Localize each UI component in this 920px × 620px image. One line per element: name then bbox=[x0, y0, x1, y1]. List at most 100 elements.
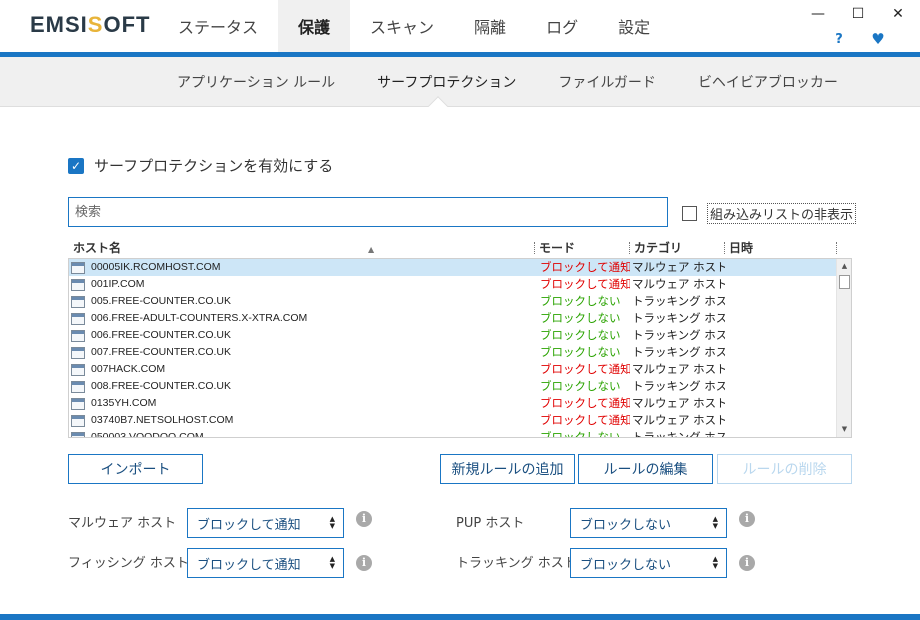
date-cell bbox=[725, 378, 837, 395]
info-icon[interactable]: i bbox=[356, 555, 372, 571]
mode-cell: ブロックしない bbox=[540, 345, 621, 359]
main-tab-3[interactable]: 隔離 bbox=[454, 0, 526, 52]
table-row[interactable]: 007HACK.COM ブロックして通知 マルウェア ホスト bbox=[69, 361, 837, 378]
mode-cell: ブロックしない bbox=[540, 311, 621, 325]
host-name: 0135YH.COM bbox=[91, 397, 157, 409]
info-icon[interactable]: i bbox=[739, 511, 755, 527]
host-name: 007.FREE-COUNTER.CO.UK bbox=[91, 346, 232, 358]
date-cell bbox=[725, 395, 837, 412]
mode-cell: ブロックしない bbox=[540, 379, 621, 393]
host-entry-icon bbox=[71, 363, 85, 376]
main-tab-5[interactable]: 設定 bbox=[598, 0, 670, 52]
column-mode[interactable]: モード bbox=[534, 238, 629, 258]
add-rule-button[interactable]: 新規ルールの追加 bbox=[440, 454, 575, 484]
date-cell bbox=[725, 310, 837, 327]
select-arrows-icon: ▲ ▼ bbox=[329, 555, 335, 570]
table-scrollbar[interactable]: ▲ ▼ bbox=[836, 259, 851, 437]
import-button[interactable]: インポート bbox=[68, 454, 203, 484]
host-cell: 00005IK.RCOMHOST.COM bbox=[69, 259, 535, 276]
host-name: 008.FREE-COUNTER.CO.UK bbox=[91, 380, 232, 392]
maximize-button[interactable]: ☐ bbox=[845, 4, 871, 24]
mode-cell: ブロックして通知 bbox=[540, 413, 630, 427]
date-cell bbox=[725, 276, 837, 293]
table-row[interactable]: 008.FREE-COUNTER.CO.UK ブロックしない トラッキング ホス bbox=[69, 378, 837, 395]
sub-tab-bar: アプリケーション ルール サーフプロテクション ファイルガード ビヘイビアブロッカー bbox=[0, 57, 920, 107]
scroll-thumb[interactable] bbox=[839, 275, 850, 289]
mode-cell: ブロックしない bbox=[540, 328, 621, 342]
main-tabs: ステータス 保護 スキャン 隔離 ログ 設定 bbox=[158, 0, 670, 52]
category-cell: マルウェア ホスト bbox=[632, 362, 725, 376]
pup-host-select[interactable]: ブロックしない ▲ ▼ bbox=[570, 508, 727, 538]
pup-host-label: PUP ホスト bbox=[456, 516, 525, 531]
info-icon[interactable]: i bbox=[356, 511, 372, 527]
scroll-up-icon[interactable]: ▲ bbox=[837, 259, 851, 274]
date-cell bbox=[725, 361, 837, 378]
main-tab-4[interactable]: ログ bbox=[526, 0, 598, 52]
category-cell: マルウェア ホスト bbox=[632, 260, 725, 274]
host-entry-icon bbox=[71, 346, 85, 359]
close-button[interactable]: ✕ bbox=[885, 4, 911, 24]
main-tab-0[interactable]: ステータス bbox=[158, 0, 278, 52]
malware-host-select[interactable]: ブロックして通知 ▲ ▼ bbox=[187, 508, 344, 538]
category-cell: トラッキング ホス bbox=[632, 379, 725, 393]
tracking-host-value: ブロックしない bbox=[580, 557, 672, 573]
sub-tab-0[interactable]: アプリケーション ルール bbox=[156, 57, 356, 107]
edit-rule-button[interactable]: ルールの編集 bbox=[578, 454, 713, 484]
host-name: 00005IK.RCOMHOST.COM bbox=[91, 261, 221, 273]
tracking-host-label: トラッキング ホスト bbox=[456, 556, 577, 571]
sub-tab-2[interactable]: ファイルガード bbox=[537, 57, 677, 107]
host-rules-table: 00005IK.RCOMHOST.COM ブロックして通知 マルウェア ホスト 001… bbox=[68, 258, 852, 438]
table-row[interactable]: 0135YH.COM ブロックして通知 マルウェア ホスト bbox=[69, 395, 837, 412]
sub-tab-3[interactable]: ビヘイビアブロッカー bbox=[677, 57, 859, 107]
minimize-button[interactable]: — bbox=[805, 4, 831, 24]
host-cell: 050003.VOODOO.COM bbox=[69, 429, 535, 438]
host-name: 050003.VOODOO.COM bbox=[91, 431, 204, 438]
table-row[interactable]: 006.FREE-ADULT-COUNTERS.X-XTRA.COM ブロックしな… bbox=[69, 310, 837, 327]
column-date[interactable]: 日時 bbox=[724, 238, 836, 258]
category-cell: マルウェア ホスト bbox=[632, 413, 725, 427]
enable-checkbox[interactable]: ✓ bbox=[68, 157, 84, 174]
mode-cell: ブロックして通知 bbox=[540, 260, 630, 274]
heart-icon[interactable]: ♥ bbox=[868, 30, 888, 48]
date-cell bbox=[725, 293, 837, 310]
table-row[interactable]: 00005IK.RCOMHOST.COM ブロックして通知 マルウェア ホスト bbox=[69, 259, 837, 276]
enable-surf-protection[interactable]: ✓ サーフプロテクションを有効にする bbox=[68, 155, 333, 176]
column-end bbox=[836, 238, 852, 258]
sub-tabs: アプリケーション ルール サーフプロテクション ファイルガード ビヘイビアブロッカー bbox=[156, 57, 859, 107]
table-row[interactable]: 050003.VOODOO.COM ブロックしない トラッキング ホス bbox=[69, 429, 837, 438]
mode-cell: ブロックして通知 bbox=[540, 362, 630, 376]
category-cell: マルウェア ホスト bbox=[632, 396, 725, 410]
host-entry-icon bbox=[71, 312, 85, 325]
search-input[interactable] bbox=[68, 197, 668, 227]
sort-ascending-icon: ▲ bbox=[368, 245, 375, 254]
scroll-down-icon[interactable]: ▼ bbox=[837, 422, 851, 437]
date-cell bbox=[725, 344, 837, 361]
question-icon[interactable]: ? bbox=[829, 30, 849, 48]
hide-builtin-checkbox[interactable] bbox=[682, 206, 697, 221]
host-cell: 0135YH.COM bbox=[69, 395, 535, 412]
date-cell bbox=[725, 327, 837, 344]
main-tab-1[interactable]: 保護 bbox=[278, 0, 351, 52]
category-cell: トラッキング ホス bbox=[632, 328, 725, 342]
column-host[interactable]: ホスト名 ▲ bbox=[68, 238, 534, 258]
host-cell: 001IP.COM bbox=[69, 276, 535, 293]
table-row[interactable]: 007.FREE-COUNTER.CO.UK ブロックしない トラッキング ホス bbox=[69, 344, 837, 361]
main-tab-2[interactable]: スキャン bbox=[350, 0, 454, 52]
footer-accent-bar bbox=[0, 614, 920, 620]
table-row[interactable]: 001IP.COM ブロックして通知 マルウェア ホスト bbox=[69, 276, 837, 293]
table-row[interactable]: 005.FREE-COUNTER.CO.UK ブロックしない トラッキング ホス bbox=[69, 293, 837, 310]
host-name: 007HACK.COM bbox=[91, 363, 166, 375]
sub-tab-1[interactable]: サーフプロテクション bbox=[356, 57, 537, 107]
column-category[interactable]: カテゴリ bbox=[629, 238, 724, 258]
select-arrows-icon: ▲ ▼ bbox=[712, 515, 718, 530]
tracking-host-select[interactable]: ブロックしない ▲ ▼ bbox=[570, 548, 727, 578]
phishing-host-select[interactable]: ブロックして通知 ▲ ▼ bbox=[187, 548, 344, 578]
table-row[interactable]: 006.FREE-COUNTER.CO.UK ブロックしない トラッキング ホス bbox=[69, 327, 837, 344]
host-cell: 006.FREE-ADULT-COUNTERS.X-XTRA.COM bbox=[69, 310, 535, 327]
table-row[interactable]: 03740B7.NETSOLHOST.COM ブロックして通知 マルウェア ホスト bbox=[69, 412, 837, 429]
host-name: 006.FREE-COUNTER.CO.UK bbox=[91, 329, 232, 341]
host-name: 006.FREE-ADULT-COUNTERS.X-XTRA.COM bbox=[91, 312, 308, 324]
hide-builtin-list[interactable]: 組み込みリストの非表示 bbox=[682, 203, 857, 224]
enable-label: サーフプロテクションを有効にする bbox=[94, 157, 334, 175]
info-icon[interactable]: i bbox=[739, 555, 755, 571]
